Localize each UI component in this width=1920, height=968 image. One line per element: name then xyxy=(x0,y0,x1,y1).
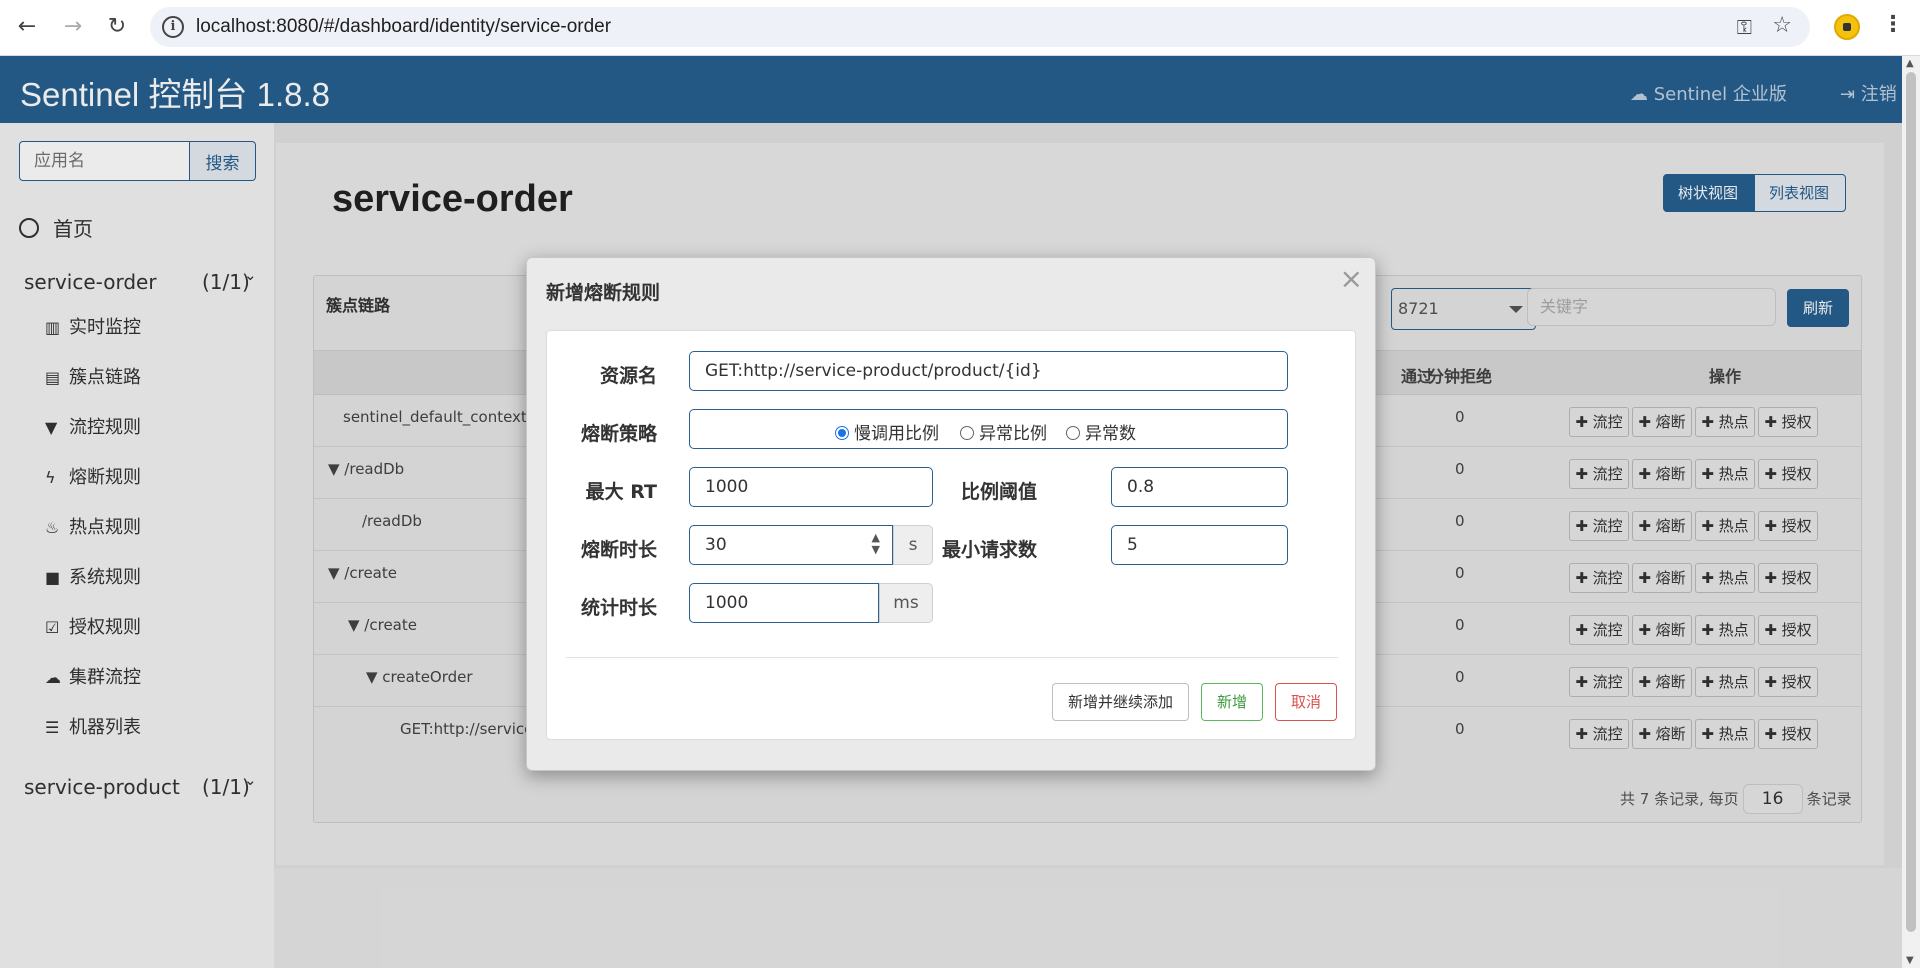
scroll-up-icon[interactable]: ▲ xyxy=(1906,58,1914,69)
add-degrade-rule-dialog: 新增熔断规则 × 资源名 GET:http://service-product/… xyxy=(526,257,1376,771)
min-request-input[interactable]: 5 xyxy=(1111,525,1288,565)
max-rt-label: 最大 RT xyxy=(585,481,657,503)
ratio-label: 比例阈值 xyxy=(960,481,1037,503)
dialog-form: 资源名 GET:http://service-product/product/{… xyxy=(546,330,1356,740)
browser-menu-icon[interactable]: ⋮ xyxy=(1882,12,1904,37)
ratio-input[interactable]: 0.8 xyxy=(1111,467,1288,507)
form-divider xyxy=(566,657,1338,658)
page-scrollbar[interactable]: ▲ ▼ xyxy=(1902,56,1920,968)
add-and-continue-button[interactable]: 新增并继续添加 xyxy=(1052,683,1189,721)
duration-value: 30 xyxy=(705,535,727,555)
radio-label: 异常数 xyxy=(1085,424,1136,444)
radio-checked-icon xyxy=(835,426,849,440)
browser-toolbar: ← → ↻ i localhost:8080/#/dashboard/ident… xyxy=(0,0,1920,56)
scrollbar-thumb[interactable] xyxy=(1906,72,1916,932)
cancel-button[interactable]: 取消 xyxy=(1275,683,1337,721)
radio-icon xyxy=(960,426,974,440)
stepper-icon[interactable]: ▲ ▼ xyxy=(872,532,880,556)
duration-input[interactable]: 30 ▲ ▼ xyxy=(689,525,893,565)
min-request-label: 最小请求数 xyxy=(941,539,1037,561)
url-text[interactable]: localhost:8080/#/dashboard/identity/serv… xyxy=(196,16,611,38)
stat-interval-input[interactable]: 1000 xyxy=(689,583,879,623)
add-button[interactable]: 新增 xyxy=(1201,683,1263,721)
strategy-radio-group: 慢调用比例 异常比例 异常数 xyxy=(689,409,1288,449)
key-icon[interactable]: ⚿ xyxy=(1737,15,1752,39)
radio-label: 慢调用比例 xyxy=(854,424,939,444)
forward-icon[interactable]: → xyxy=(58,12,88,42)
duration-label: 熔断时长 xyxy=(580,539,657,561)
close-icon[interactable]: × xyxy=(1340,264,1363,294)
reload-icon[interactable]: ↻ xyxy=(102,12,132,42)
bookmark-star-icon[interactable]: ☆ xyxy=(1772,13,1792,38)
strategy-error-ratio[interactable]: 异常比例 xyxy=(960,419,1047,444)
back-icon[interactable]: ← xyxy=(12,12,42,42)
scroll-down-icon[interactable]: ▼ xyxy=(1906,955,1914,966)
radio-icon xyxy=(1066,426,1080,440)
profile-avatar[interactable] xyxy=(1834,14,1860,40)
resource-input[interactable]: GET:http://service-product/product/{id} xyxy=(689,351,1288,391)
dialog-title: 新增熔断规则 xyxy=(546,282,661,304)
strategy-slow-ratio[interactable]: 慢调用比例 xyxy=(835,419,939,444)
site-info-icon[interactable]: i xyxy=(162,16,184,38)
radio-label: 异常比例 xyxy=(979,424,1047,444)
strategy-label: 熔断策略 xyxy=(580,423,657,445)
resource-label: 资源名 xyxy=(599,365,657,387)
stat-interval-unit: ms xyxy=(879,583,933,623)
address-bar[interactable]: i localhost:8080/#/dashboard/identity/se… xyxy=(150,7,1810,47)
stat-interval-label: 统计时长 xyxy=(580,597,657,619)
strategy-error-count[interactable]: 异常数 xyxy=(1066,419,1136,444)
